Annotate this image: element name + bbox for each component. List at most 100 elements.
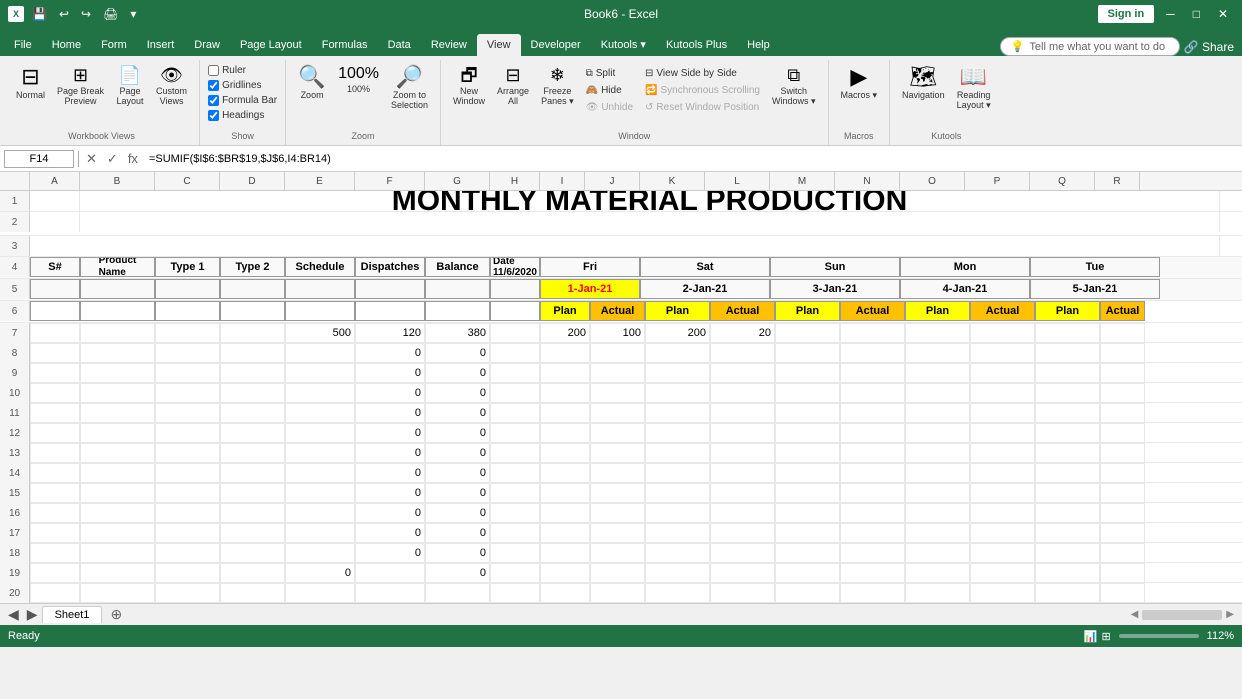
- tab-view[interactable]: View: [477, 34, 521, 56]
- cell-A1[interactable]: [30, 191, 80, 211]
- cell-I18[interactable]: [540, 543, 590, 563]
- cell-Q14[interactable]: [1035, 463, 1100, 483]
- row-num-9[interactable]: 9: [0, 363, 30, 383]
- cell-F13[interactable]: 0: [355, 443, 425, 463]
- formula-bar-checkbox[interactable]: Formula Bar: [208, 94, 277, 107]
- row-num-8[interactable]: 8: [0, 343, 30, 363]
- cell-R10[interactable]: [1100, 383, 1145, 403]
- row-num-5[interactable]: 5: [0, 279, 30, 299]
- cell-G20[interactable]: [425, 583, 490, 603]
- col-header-J[interactable]: J: [585, 172, 640, 190]
- cell-H8[interactable]: [490, 343, 540, 363]
- cell-J13[interactable]: [590, 443, 645, 463]
- tab-review[interactable]: Review: [421, 34, 477, 56]
- cell-H15[interactable]: [490, 483, 540, 503]
- cell-A19[interactable]: [30, 563, 80, 583]
- cell-A8[interactable]: [30, 343, 80, 363]
- insert-function-button[interactable]: fx: [125, 151, 141, 166]
- cell-L16[interactable]: [710, 503, 775, 523]
- cell-R18[interactable]: [1100, 543, 1145, 563]
- cell-J8[interactable]: [590, 343, 645, 363]
- formula-input[interactable]: [145, 151, 1238, 167]
- col-header-F[interactable]: F: [355, 172, 425, 190]
- cell-C11[interactable]: [155, 403, 220, 423]
- cell-N13[interactable]: [840, 443, 905, 463]
- cell-C10[interactable]: [155, 383, 220, 403]
- cell-B15[interactable]: [80, 483, 155, 503]
- cell-K19[interactable]: [645, 563, 710, 583]
- cell-R16[interactable]: [1100, 503, 1145, 523]
- cell-H13[interactable]: [490, 443, 540, 463]
- scroll-tab-right[interactable]: ▶: [23, 604, 42, 625]
- cell-L11[interactable]: [710, 403, 775, 423]
- cell-M19[interactable]: [775, 563, 840, 583]
- cell-I10[interactable]: [540, 383, 590, 403]
- cell-I9[interactable]: [540, 363, 590, 383]
- cell-A9[interactable]: [30, 363, 80, 383]
- cell-N19[interactable]: [840, 563, 905, 583]
- cell-N7[interactable]: [840, 323, 905, 343]
- cell-O14[interactable]: [905, 463, 970, 483]
- tab-insert[interactable]: Insert: [137, 34, 185, 56]
- cell-B8[interactable]: [80, 343, 155, 363]
- cell-K12[interactable]: [645, 423, 710, 443]
- cell-O4-mon[interactable]: Mon: [900, 257, 1030, 277]
- cell-B14[interactable]: [80, 463, 155, 483]
- cell-B11[interactable]: [80, 403, 155, 423]
- 100pct-button[interactable]: 100% 100%: [334, 64, 383, 96]
- cell-E20[interactable]: [285, 583, 355, 603]
- col-header-I[interactable]: I: [540, 172, 585, 190]
- cell-H16[interactable]: [490, 503, 540, 523]
- split-button[interactable]: ⧉ Split: [582, 66, 637, 81]
- cell-N11[interactable]: [840, 403, 905, 423]
- cell-J17[interactable]: [590, 523, 645, 543]
- cell-G12[interactable]: 0: [425, 423, 490, 443]
- formula-bar-check[interactable]: [208, 95, 219, 106]
- scroll-left-btn[interactable]: ◀: [1127, 607, 1143, 622]
- tab-kutools[interactable]: Kutools ▾: [591, 33, 656, 56]
- add-sheet-button[interactable]: ⊕: [104, 606, 128, 623]
- cell-L12[interactable]: [710, 423, 775, 443]
- cell-I17[interactable]: [540, 523, 590, 543]
- gridlines-checkbox[interactable]: Gridlines: [208, 79, 261, 92]
- cell-F10[interactable]: 0: [355, 383, 425, 403]
- cell-B7[interactable]: [80, 323, 155, 343]
- cell-reference-box[interactable]: [4, 150, 74, 168]
- cell-L17[interactable]: [710, 523, 775, 543]
- view-side-by-side-button[interactable]: ⊟ View Side by Side: [641, 66, 764, 81]
- cell-I15[interactable]: [540, 483, 590, 503]
- cell-P9[interactable]: [970, 363, 1035, 383]
- scroll-right-btn[interactable]: ▶: [1222, 607, 1238, 622]
- tab-data[interactable]: Data: [378, 34, 421, 56]
- cell-I20[interactable]: [540, 583, 590, 603]
- cell-K8[interactable]: [645, 343, 710, 363]
- tab-home[interactable]: Home: [42, 34, 91, 56]
- cell-F5[interactable]: [355, 279, 425, 299]
- cell-B18[interactable]: [80, 543, 155, 563]
- row-num-15[interactable]: 15: [0, 483, 30, 503]
- cell-J14[interactable]: [590, 463, 645, 483]
- cell-E8[interactable]: [285, 343, 355, 363]
- row-num-18[interactable]: 18: [0, 543, 30, 563]
- row-num-16[interactable]: 16: [0, 503, 30, 523]
- col-header-Q[interactable]: Q: [1030, 172, 1095, 190]
- cell-I14[interactable]: [540, 463, 590, 483]
- cell-A14[interactable]: [30, 463, 80, 483]
- cell-I19[interactable]: [540, 563, 590, 583]
- cell-N20[interactable]: [840, 583, 905, 603]
- col-header-N[interactable]: N: [835, 172, 900, 190]
- arrange-all-button[interactable]: ⊟ ArrangeAll: [493, 64, 533, 108]
- hide-button[interactable]: 🙈 Hide: [582, 83, 637, 98]
- col-header-P[interactable]: P: [965, 172, 1030, 190]
- cell-Q15[interactable]: [1035, 483, 1100, 503]
- redo-button[interactable]: ↪: [77, 5, 95, 23]
- row-num-11[interactable]: 11: [0, 403, 30, 423]
- cell-R15[interactable]: [1100, 483, 1145, 503]
- cell-M9[interactable]: [775, 363, 840, 383]
- cell-G10[interactable]: 0: [425, 383, 490, 403]
- cell-Q4-tue[interactable]: Tue: [1030, 257, 1160, 277]
- cell-B5[interactable]: [80, 279, 155, 299]
- cell-J10[interactable]: [590, 383, 645, 403]
- cell-M8[interactable]: [775, 343, 840, 363]
- tab-developer[interactable]: Developer: [521, 34, 591, 56]
